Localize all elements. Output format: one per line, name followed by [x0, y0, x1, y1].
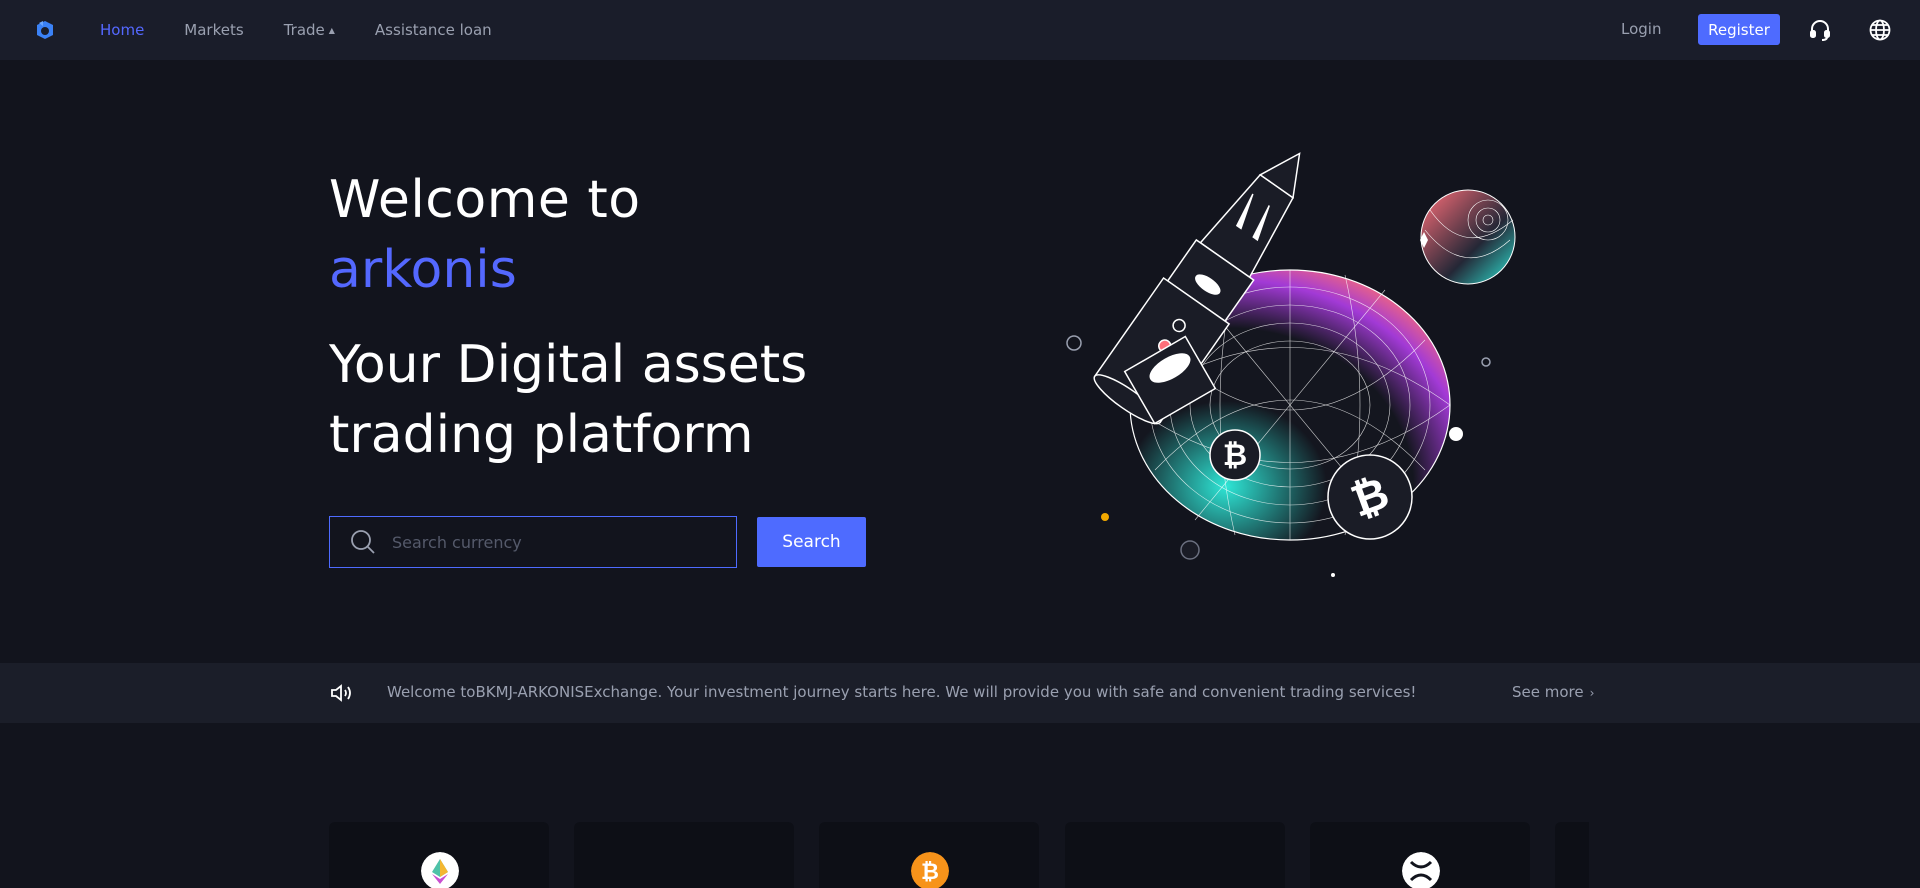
caret-up-icon: ▲	[328, 25, 335, 35]
register-button[interactable]: Register	[1698, 14, 1780, 45]
svg-text:₿: ₿	[1223, 438, 1247, 473]
coin-card[interactable]	[1310, 822, 1530, 888]
main-nav: Home Markets Trade ▲ Assistance loan	[100, 0, 532, 60]
search-input[interactable]	[392, 532, 712, 552]
nav-home[interactable]: Home	[100, 21, 144, 39]
login-link[interactable]: Login	[1621, 20, 1661, 38]
xrp-icon	[1402, 852, 1440, 888]
nav-assistance-loan[interactable]: Assistance loan	[375, 21, 492, 39]
rocket-torus-illustration: ₿ ₿	[1066, 152, 1516, 577]
coin-card[interactable]	[329, 822, 549, 888]
hero-welcome: Welcome to	[329, 170, 641, 230]
search-icon	[351, 530, 375, 554]
coin-card[interactable]	[1065, 822, 1285, 888]
coin-card[interactable]	[574, 822, 794, 888]
see-more-link[interactable]: See more ›	[1512, 683, 1594, 701]
speaker-icon	[331, 684, 351, 702]
eth-icon	[421, 852, 459, 888]
coin-cards-row: ₿	[329, 822, 1589, 888]
nav-markets[interactable]: Markets	[184, 21, 243, 39]
svg-text:₿: ₿	[921, 860, 939, 885]
globe-icon[interactable]	[1868, 18, 1892, 42]
search-box	[329, 516, 737, 568]
logo-icon[interactable]	[33, 18, 57, 42]
announcement-text[interactable]: Welcome toBKMJ-ARKONISExchange. Your inv…	[387, 683, 1416, 701]
btc-icon: ₿	[911, 852, 949, 888]
coin-card[interactable]: ₿	[819, 822, 1039, 888]
nav-trade[interactable]: Trade ▲	[284, 21, 335, 39]
nav-trade-label: Trade	[283, 21, 325, 39]
coin-card[interactable]	[1555, 822, 1589, 888]
see-more-label: See more	[1512, 683, 1584, 701]
hero-brand: arkonis	[329, 240, 517, 300]
hero-tagline: Your Digital assets trading platform	[329, 335, 808, 465]
chevron-right-icon: ›	[1589, 686, 1595, 700]
search-button[interactable]: Search	[757, 517, 866, 567]
top-navbar: Home Markets Trade ▲ Assistance loan Log…	[0, 0, 1920, 60]
headset-icon[interactable]	[1808, 18, 1832, 42]
announcement-bar: Welcome toBKMJ-ARKONISExchange. Your inv…	[0, 663, 1920, 723]
